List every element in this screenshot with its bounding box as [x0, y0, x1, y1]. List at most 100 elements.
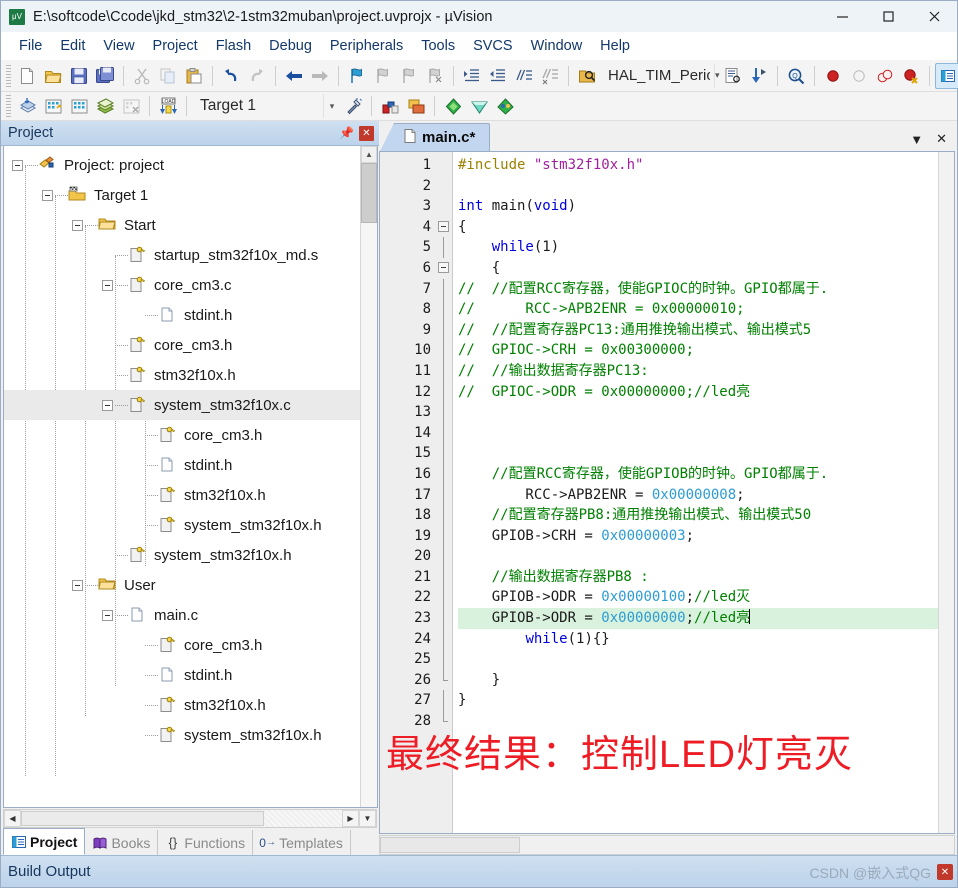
menu-debug[interactable]: Debug	[260, 36, 321, 56]
editor-tab-close-icon[interactable]: ✕	[936, 131, 947, 147]
find-icon[interactable]: Q	[783, 63, 809, 89]
tab-functions[interactable]: {} Functions	[158, 830, 254, 855]
editor-horizontal-scrollbar[interactable]	[379, 835, 955, 855]
kill-all-breakpoints-icon[interactable]	[898, 63, 924, 89]
menu-edit[interactable]: Edit	[51, 36, 94, 56]
tree-expander-icon[interactable]	[102, 399, 113, 411]
tree-item[interactable]: stdint.h	[4, 300, 360, 330]
hscrollbar-thumb[interactable]	[21, 811, 264, 826]
code-line[interactable]: }	[458, 690, 938, 711]
back-arrow-icon[interactable]	[281, 63, 307, 89]
tab-project[interactable]: Project	[3, 828, 86, 855]
menu-window[interactable]: Window	[522, 36, 592, 56]
forward-arrow-icon[interactable]	[307, 63, 333, 89]
comment-icon[interactable]	[511, 63, 537, 89]
target-combo[interactable]: Target 1	[192, 94, 323, 118]
tree-item[interactable]: core_cm3.h	[4, 630, 360, 660]
menu-file[interactable]: File	[10, 36, 51, 56]
code-line[interactable]	[458, 402, 938, 423]
copy-icon[interactable]	[155, 63, 181, 89]
code-line[interactable]: while(1)	[458, 237, 938, 258]
indent-icon[interactable]	[459, 63, 485, 89]
tab-templates[interactable]: 0 → Templates	[253, 830, 351, 855]
code-line[interactable]: GPIOB->ODR = 0x00000100;//led灭	[458, 587, 938, 608]
fold-marker[interactable]	[437, 258, 452, 279]
editor-vertical-scrollbar[interactable]	[938, 152, 954, 833]
tree-item[interactable]: system_stm32f10x.h	[4, 510, 360, 540]
batch-build-icon[interactable]	[92, 93, 118, 119]
save-icon[interactable]	[66, 63, 92, 89]
tree-item[interactable]: main.c	[4, 600, 360, 630]
fold-marker[interactable]	[437, 217, 452, 238]
code-line[interactable]: while(1){}	[458, 629, 938, 650]
insert-breakpoint-icon[interactable]	[820, 63, 846, 89]
scroll-right-icon[interactable]: ▶	[342, 810, 359, 827]
save-all-icon[interactable]	[92, 63, 118, 89]
redo-icon[interactable]	[244, 63, 270, 89]
tree-item[interactable]: User	[4, 570, 360, 600]
code-line[interactable]: // //配置寄存器PC13:通用推挽输出模式、输出模式5	[458, 320, 938, 341]
undo-icon[interactable]	[218, 63, 244, 89]
bookmark-icon[interactable]	[344, 63, 370, 89]
scrollbar-thumb[interactable]	[361, 163, 377, 223]
project-tree-scrollbar[interactable]: ▲	[360, 146, 377, 807]
disable-all-breakpoints-icon[interactable]	[872, 63, 898, 89]
close-button[interactable]	[911, 1, 957, 32]
project-tree-hscrollbar[interactable]: ◀ ▶ ▼	[3, 809, 377, 828]
new-file-icon[interactable]	[14, 63, 40, 89]
target-options-icon[interactable]	[340, 93, 366, 119]
code-line[interactable]	[458, 546, 938, 567]
tree-item[interactable]: stm32f10x.h	[4, 360, 360, 390]
code-line[interactable]: {	[458, 258, 938, 279]
tree-item[interactable]: core_cm3.h	[4, 420, 360, 450]
scrollbar-track[interactable]	[361, 223, 377, 807]
tree-expander-icon[interactable]	[102, 609, 113, 621]
code-line[interactable]	[458, 423, 938, 444]
tree-expander-icon[interactable]	[72, 579, 83, 591]
download-icon[interactable]: LOAD	[155, 93, 181, 119]
toolbar-grip[interactable]	[6, 95, 11, 117]
manage-rte-icon[interactable]	[440, 93, 466, 119]
project-tree[interactable]: Project: project Target 1 Start startup_stm…	[3, 146, 378, 808]
code-line[interactable]: // //配置RCC寄存器，使能GPIOC的时钟。GPIO都属于.	[458, 279, 938, 300]
tree-item[interactable]: stm32f10x.h	[4, 480, 360, 510]
code-line[interactable]: GPIOB->ODR = 0x00000000;//led亮	[458, 608, 938, 629]
bookmark-prev-icon[interactable]	[370, 63, 396, 89]
open-file-icon[interactable]	[40, 63, 66, 89]
tree-item[interactable]: stdint.h	[4, 660, 360, 690]
editor-tab-main-c[interactable]: main.c*	[379, 123, 491, 151]
tree-item[interactable]: core_cm3.h	[4, 330, 360, 360]
stop-build-icon[interactable]	[118, 93, 144, 119]
bookmark-clear-icon[interactable]	[422, 63, 448, 89]
hscrollbar-track[interactable]	[264, 810, 342, 827]
scroll-up-icon[interactable]: ▲	[361, 146, 377, 163]
code-line[interactable]: RCC->APB2ENR = 0x00000008;	[458, 485, 938, 506]
watermark-close-icon[interactable]: ✕	[937, 864, 953, 880]
disable-breakpoint-icon[interactable]	[846, 63, 872, 89]
pin-icon[interactable]: 📌	[339, 126, 354, 140]
menu-view[interactable]: View	[94, 36, 143, 56]
pack-installer-icon[interactable]	[492, 93, 518, 119]
tree-item[interactable]: Project: project	[4, 150, 360, 180]
editor-hscrollbar-thumb[interactable]	[380, 837, 520, 853]
code-line[interactable]: {	[458, 217, 938, 238]
fold-collapse-icon[interactable]	[438, 261, 449, 273]
code-line[interactable]: // //输出数据寄存器PC13:	[458, 361, 938, 382]
function-combo[interactable]: HAL_TIM_PeriodE	[600, 64, 710, 88]
toolbar-grip[interactable]	[6, 64, 11, 87]
scroll-dropdown-icon[interactable]: ▼	[359, 810, 376, 827]
menu-svcs[interactable]: SVCS	[464, 36, 522, 56]
code-line[interactable]: // GPIOC->ODR = 0x00000000;//led亮	[458, 382, 938, 403]
tree-expander-icon[interactable]	[42, 189, 53, 201]
maximize-button[interactable]	[865, 1, 911, 32]
target-combo-chevron-down-icon[interactable]: ▾	[323, 94, 340, 118]
find-in-files-icon[interactable]	[574, 63, 600, 89]
paste-icon[interactable]	[181, 63, 207, 89]
outdent-icon[interactable]	[485, 63, 511, 89]
menu-help[interactable]: Help	[591, 36, 639, 56]
manage-layers-icon[interactable]	[403, 93, 429, 119]
find-in-files-list-icon[interactable]	[720, 63, 746, 89]
tree-item[interactable]: core_cm3.c	[4, 270, 360, 300]
manage-windows-icon[interactable]	[934, 62, 958, 89]
bookmark-next-icon[interactable]	[396, 63, 422, 89]
